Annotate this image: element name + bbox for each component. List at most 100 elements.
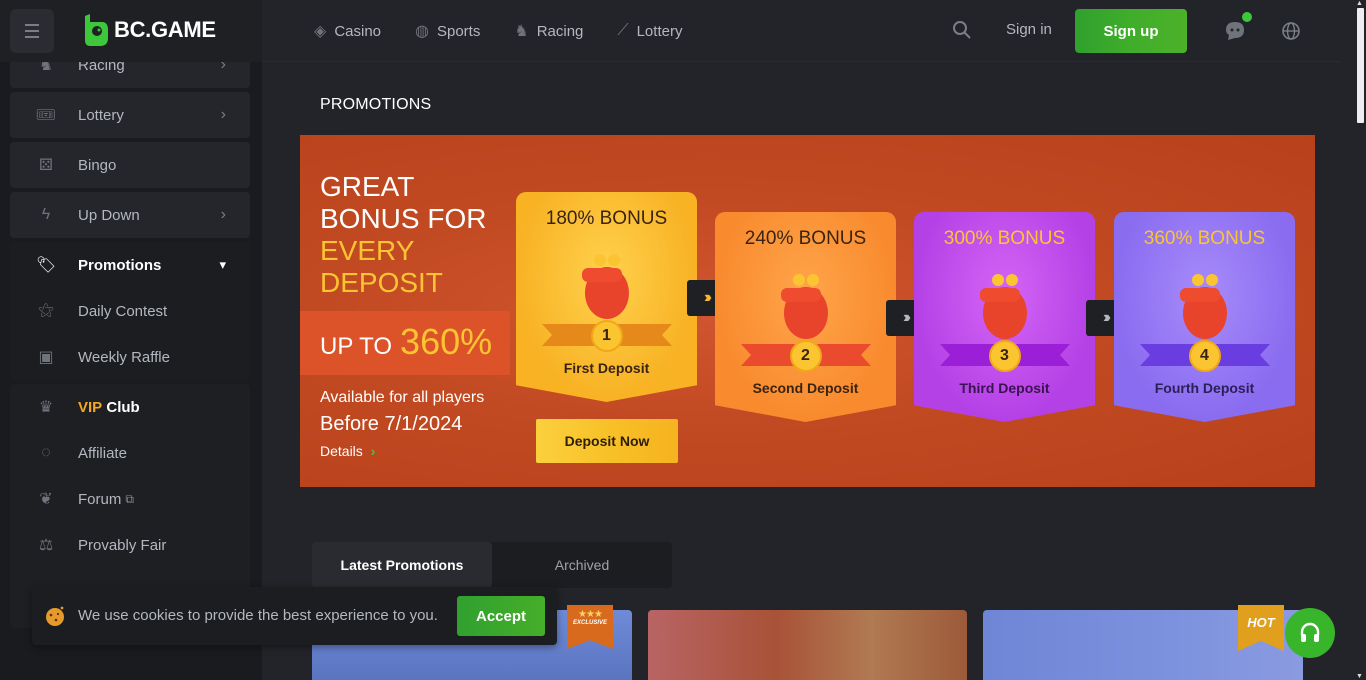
sidebar-item-label: Bingo xyxy=(78,156,117,174)
sidebar-item-up-down[interactable]: ϟ Up Down › xyxy=(10,192,250,238)
nav-casino[interactable]: ◈ Casino xyxy=(314,21,381,41)
headline-line: GREAT xyxy=(320,171,415,202)
forum-icon: ❦ xyxy=(39,491,53,508)
casino-cards-icon: ◈ xyxy=(314,23,327,40)
menu-toggle-button[interactable] xyxy=(10,9,54,53)
lightning-icon: ϟ xyxy=(41,206,51,223)
deposit-now-button[interactable]: Deposit Now xyxy=(536,419,678,463)
crocodile-mascot-icon xyxy=(780,274,828,339)
globe-icon[interactable] xyxy=(1281,21,1301,41)
sidebar-item-label: Forum xyxy=(78,490,122,508)
mascot-illustration: 2 xyxy=(731,258,881,372)
promotion-card[interactable] xyxy=(648,610,967,680)
tab-archived[interactable]: Archived xyxy=(492,542,672,588)
tags-icon: 🏷 xyxy=(35,257,57,274)
vip-prefix: VIP xyxy=(78,398,103,416)
scroll-up-arrow-icon[interactable]: ▲ xyxy=(1356,0,1363,7)
scroll-down-arrow-icon[interactable]: ▼ xyxy=(1356,673,1363,680)
sidebar-item-daily-contest[interactable]: ⚝ Daily Contest xyxy=(10,288,250,334)
bonus-card-3[interactable]: 300% BONUS 3 Third Deposit xyxy=(914,212,1095,422)
chevron-right-icon: › xyxy=(220,206,226,223)
deposit-number-badge: 3 xyxy=(988,340,1021,372)
sidebar-list: ♞ Racing › 🎟 Lottery › ⚄ Bingo ϟ Up Down… xyxy=(10,42,250,632)
sidebar-item-weekly-raffle[interactable]: ▣ Weekly Raffle xyxy=(10,334,250,380)
nav-racing[interactable]: ♞ Racing xyxy=(514,21,583,41)
sign-in-link[interactable]: Sign in xyxy=(1006,21,1052,38)
notification-dot xyxy=(1242,12,1252,22)
sidebar-group-promotions: 🏷 Promotions ▾ ⚝ Daily Contest ▣ Weekly … xyxy=(10,242,250,380)
sidebar-item-bingo[interactable]: ⚄ Bingo xyxy=(10,142,250,188)
crocodile-mascot-icon xyxy=(581,254,629,319)
bonus-card-2[interactable]: 240% BONUS 2 Second Deposit xyxy=(715,212,896,422)
up-to-label: UP TO 360% xyxy=(320,321,492,363)
bonus-card-4[interactable]: 360% BONUS 4 Fourth Deposit xyxy=(1114,212,1295,422)
nav-label: Racing xyxy=(536,22,584,40)
top-header: ◈ Casino ◍ Sports ♞ Racing ⟋ Lottery Sig… xyxy=(262,0,1340,62)
chevron-right-icon: › xyxy=(370,443,376,459)
cookie-banner: We use cookies to provide the best exper… xyxy=(32,587,557,645)
basketball-icon: ◍ xyxy=(415,23,429,40)
affiliate-icon: ◌ xyxy=(41,444,51,461)
crown-icon: ♛ xyxy=(38,399,54,416)
banner-headline: GREAT BONUS FOR EVERY DEPOSIT xyxy=(320,171,486,299)
cookie-message: We use cookies to provide the best exper… xyxy=(78,607,438,624)
chat-icon[interactable] xyxy=(1225,21,1245,41)
vip-club-label: VIP Club xyxy=(78,399,140,416)
details-label: Details xyxy=(320,443,363,459)
hamburger-icon xyxy=(25,22,39,40)
raffle-ticket-icon: ▣ xyxy=(38,349,54,366)
sidebar-item-promotions[interactable]: 🏷 Promotions ▾ xyxy=(10,242,250,288)
sidebar-item-provably-fair[interactable]: ⚖ Provably Fair xyxy=(10,522,250,568)
deposit-bonus-banner: GREAT BONUS FOR EVERY DEPOSIT UP TO 360%… xyxy=(300,135,1315,487)
max-percentage: 360% xyxy=(400,321,493,362)
chevron-down-icon: ▾ xyxy=(219,257,226,272)
sidebar-top: BC.GAME xyxy=(0,0,262,62)
sidebar-item-label: Up Down xyxy=(78,206,140,224)
mascot-illustration: 3 xyxy=(930,258,1080,372)
details-link[interactable]: Details › xyxy=(320,443,375,459)
deposit-name: First Deposit xyxy=(563,360,650,376)
sidebar-item-lottery[interactable]: 🎟 Lottery › xyxy=(10,92,250,138)
nav-label: Sports xyxy=(436,22,481,40)
sidebar-item-label: Promotions xyxy=(78,256,162,274)
sidebar-item-forum[interactable]: ❦ Forum ⧉ xyxy=(10,476,250,522)
bonus-card-1[interactable]: 180% BONUS 1 First Deposit xyxy=(516,192,697,402)
deposit-number-badge: 1 xyxy=(590,320,623,352)
scrollbar-thumb[interactable] xyxy=(1357,8,1364,123)
deposit-name: Third Deposit xyxy=(959,380,1050,396)
headline-line: EVERY xyxy=(320,235,415,266)
cookie-icon xyxy=(46,606,64,626)
sidebar-item-label: Weekly Raffle xyxy=(78,348,170,366)
horse-icon: ♞ xyxy=(514,23,529,40)
bonus-title: 300% BONUS xyxy=(943,228,1066,249)
sidebar-item-affiliate[interactable]: ◌ Affiliate xyxy=(10,430,250,476)
vip-suffix: Club xyxy=(106,398,140,416)
live-support-button[interactable] xyxy=(1285,608,1335,658)
logo[interactable]: BC.GAME xyxy=(82,14,216,46)
logo-icon xyxy=(85,14,108,46)
deadline-text: Before 7/1/2024 xyxy=(320,413,463,435)
sign-up-button[interactable]: Sign up xyxy=(1075,9,1187,53)
page-title: PROMOTIONS xyxy=(320,96,432,113)
availability-text: Available for all players xyxy=(320,389,485,406)
sidebar-item-vip-club[interactable]: ♛ VIP Club xyxy=(10,384,250,430)
exclusive-label: EXCLUSIVE xyxy=(572,620,607,626)
deposit-name: Second Deposit xyxy=(752,380,859,396)
page-scrollbar[interactable]: ▲ ▼ xyxy=(1354,0,1366,680)
nav-sports[interactable]: ◍ Sports xyxy=(415,21,480,41)
deposit-name: Fourth Deposit xyxy=(1154,380,1255,396)
bonus-title: 240% BONUS xyxy=(744,228,867,249)
accept-cookies-button[interactable]: Accept xyxy=(457,596,545,636)
tab-latest-promotions[interactable]: Latest Promotions xyxy=(312,542,492,588)
up-to-text: UP TO xyxy=(320,333,393,360)
sidebar-item-label: Provably Fair xyxy=(78,536,167,554)
logo-text: BC.GAME xyxy=(114,17,216,42)
deposit-number-badge: 4 xyxy=(1188,340,1221,372)
ticket-icon: 🎟 xyxy=(35,107,57,124)
chevron-right-icon: › xyxy=(220,106,226,123)
bingo-icon: ⚄ xyxy=(39,157,53,174)
nav-lottery[interactable]: ⟋ Lottery xyxy=(617,22,682,40)
sidebar-item-label: Affiliate xyxy=(78,444,127,462)
ticket-icon: ⟋ xyxy=(617,22,629,39)
search-icon[interactable] xyxy=(952,20,972,40)
